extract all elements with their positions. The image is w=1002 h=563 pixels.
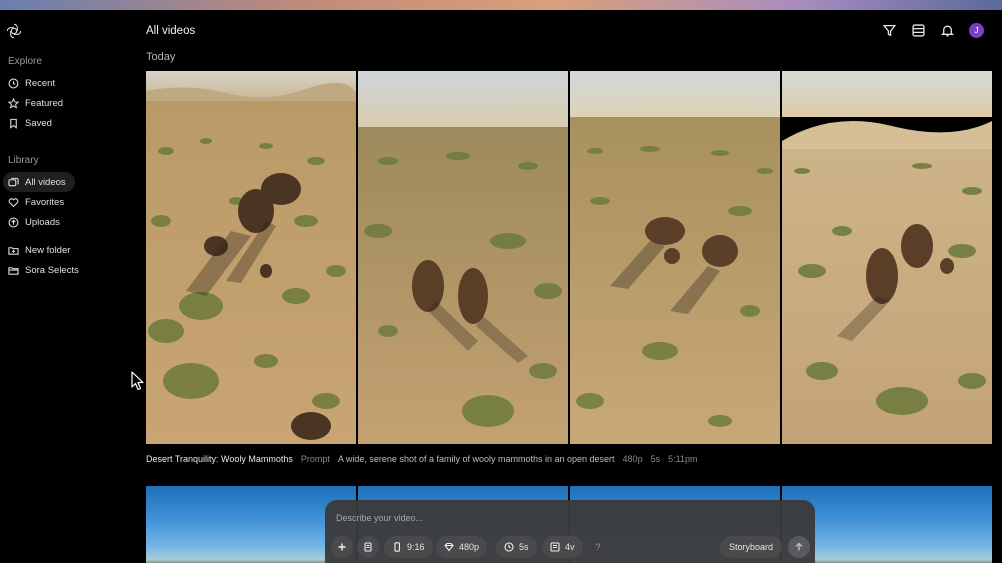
sidebar-item-new-folder[interactable]: New folder — [3, 240, 75, 260]
sidebar-item-recent[interactable]: Recent — [3, 73, 75, 93]
desert-mammoth-image — [358, 71, 568, 444]
video-thumbnail-2[interactable] — [358, 71, 568, 444]
sidebar-item-featured[interactable]: Featured — [3, 93, 75, 113]
video-row — [146, 71, 992, 444]
grid-view-icon — [911, 24, 925, 37]
clock-icon — [8, 78, 19, 88]
filter-button[interactable] — [882, 24, 896, 38]
video-caption: Desert Tranquility: Wooly Mammoths Promp… — [146, 454, 697, 464]
arrow-up-icon — [795, 542, 803, 551]
sidebar-item-label: Featured — [25, 97, 64, 109]
video-thumbnail-3[interactable] — [570, 71, 780, 444]
prompt-label: Prompt — [300, 454, 330, 464]
notifications-button[interactable] — [940, 24, 954, 38]
star-icon — [8, 97, 19, 109]
clock-icon — [504, 542, 514, 552]
variations-icon — [550, 542, 560, 552]
sidebar-item-uploads[interactable]: Uploads — [3, 212, 75, 232]
heart-icon — [8, 197, 19, 207]
sidebar-item-label: All videos — [25, 176, 66, 188]
add-media-button[interactable] — [331, 536, 353, 558]
sidebar-item-sora-selects[interactable]: Sora Selects — [3, 260, 93, 280]
aspect-ratio-value: 9:16 — [407, 542, 425, 552]
videos-icon — [8, 177, 19, 186]
sidebar-item-label: Uploads — [25, 216, 60, 228]
resolution-button[interactable]: 480p — [436, 536, 488, 558]
library-section-label: Library — [8, 155, 39, 166]
grid-view-button[interactable] — [911, 24, 925, 38]
bookmark-icon — [10, 118, 17, 129]
resolution-value: 480p — [459, 542, 480, 552]
storyboard-button[interactable]: Storyboard — [720, 536, 782, 558]
sidebar-item-label: Saved — [25, 117, 52, 129]
date-group-label: Today — [146, 51, 176, 63]
sidebar-item-label: Recent — [25, 77, 56, 89]
sidebar-item-label: Favorites — [25, 196, 65, 208]
sidebar-item-all-videos[interactable]: All videos — [3, 172, 75, 192]
app-window: Explore Recent Featured Saved Library Al… — [0, 10, 1002, 563]
sidebar-item-saved[interactable]: Saved — [3, 113, 75, 133]
document-icon — [364, 542, 372, 552]
sidebar-item-label: New folder — [25, 244, 71, 256]
preset-button[interactable] — [357, 536, 379, 558]
app-logo-icon[interactable] — [6, 23, 22, 39]
plus-icon — [338, 543, 346, 551]
portrait-icon — [394, 542, 400, 552]
new-folder-icon — [8, 246, 19, 255]
video-thumbnail-1[interactable] — [146, 71, 356, 444]
bell-icon — [940, 25, 954, 37]
window-top-glow — [0, 0, 1002, 10]
desert-mammoth-image — [782, 71, 992, 444]
duration-meta: 5s — [650, 454, 661, 464]
duration-value: 5s — [519, 542, 529, 552]
prompt-composer: 9:16 480p 5s 4v ? Storyboard — [325, 500, 815, 563]
desert-mammoth-image — [570, 71, 780, 444]
video-title[interactable]: Desert Tranquility: Wooly Mammoths — [146, 454, 293, 464]
variations-value: 4v — [565, 542, 575, 552]
avatar[interactable]: J — [969, 23, 984, 38]
prompt-input[interactable] — [336, 513, 796, 523]
time-meta: 5:11pm — [668, 454, 698, 464]
mouse-cursor-icon — [131, 371, 144, 391]
aspect-ratio-button[interactable]: 9:16 — [384, 536, 433, 558]
video-thumbnail-4[interactable] — [782, 71, 992, 444]
prompt-text: A wide, serene shot of a family of wooly… — [337, 454, 615, 464]
desert-mammoth-image — [146, 71, 356, 444]
submit-button[interactable] — [788, 536, 810, 558]
filter-icon — [882, 24, 896, 37]
help-button[interactable]: ? — [587, 536, 609, 558]
variations-button[interactable]: 4v — [542, 536, 583, 558]
diamond-icon — [444, 542, 454, 552]
explore-section-label: Explore — [8, 56, 42, 67]
resolution-meta: 480p — [622, 454, 643, 464]
sidebar: Explore Recent Featured Saved Library Al… — [0, 10, 135, 563]
folder-icon — [8, 266, 19, 275]
page-title: All videos — [146, 25, 196, 37]
duration-button[interactable]: 5s — [496, 536, 537, 558]
header-actions: J — [882, 23, 984, 38]
upload-icon — [8, 217, 19, 227]
sidebar-item-label: Sora Selects — [25, 264, 79, 276]
sidebar-item-favorites[interactable]: Favorites — [3, 192, 75, 212]
